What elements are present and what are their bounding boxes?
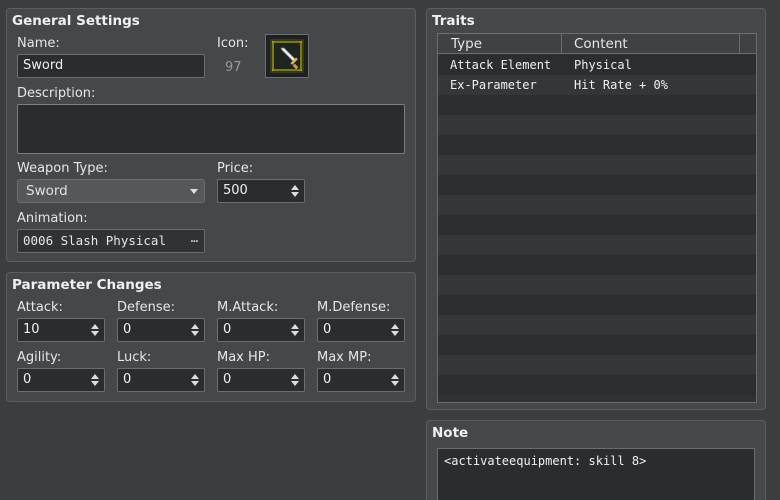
table-row[interactable]: Ex-Parameter Hit Rate + 0%	[438, 75, 756, 95]
table-row[interactable]	[438, 175, 756, 195]
price-value: 500	[223, 183, 248, 198]
column-header-content[interactable]: Content	[562, 34, 740, 54]
traits-list[interactable]: Type Content Attack Element Physical Ex-…	[437, 33, 757, 403]
name-label: Name:	[17, 36, 60, 51]
table-row[interactable]	[438, 295, 756, 315]
spin-arrows-icon[interactable]	[186, 369, 204, 391]
note-textarea[interactable]: <activateequipment: skill 8>	[437, 448, 755, 500]
defense-label: Defense:	[117, 300, 175, 315]
spin-arrows-icon[interactable]	[286, 319, 304, 341]
spin-arrows-icon[interactable]	[86, 369, 104, 391]
parameter-changes-title: Parameter Changes	[12, 277, 162, 293]
ellipsis-icon: ⋯	[190, 234, 198, 248]
traits-list-header: Type Content	[438, 34, 756, 54]
agility-spinbox[interactable]: 0	[17, 368, 105, 392]
sword-icon	[272, 41, 302, 71]
m-defense-spinbox[interactable]: 0	[317, 318, 405, 342]
general-settings-title: General Settings	[12, 13, 140, 29]
weapon-type-value: Sword	[26, 183, 68, 199]
description-label: Description:	[17, 86, 96, 101]
defense-spinbox[interactable]: 0	[117, 318, 205, 342]
trait-type-cell: Attack Element	[450, 58, 552, 72]
spin-arrows-icon[interactable]	[386, 319, 404, 341]
max-mp-label: Max MP:	[317, 350, 372, 365]
table-row[interactable]	[438, 235, 756, 255]
m-attack-label: M.Attack:	[217, 300, 279, 315]
traits-panel: Traits Type Content Attack Element Physi…	[426, 8, 766, 410]
table-row[interactable]	[438, 375, 756, 395]
animation-selector[interactable]: 0006 Slash Physical ⋯	[17, 229, 205, 253]
general-settings-panel: General Settings Name: Sword Icon: 97 De…	[6, 8, 416, 262]
weapon-type-select[interactable]: Sword	[17, 179, 205, 203]
icon-label: Icon:	[217, 36, 249, 51]
trait-content-cell: Physical	[574, 58, 632, 72]
attack-spinbox[interactable]: 10	[17, 318, 105, 342]
spin-arrows-icon[interactable]	[386, 369, 404, 391]
chevron-down-icon	[190, 189, 198, 194]
max-hp-value: 0	[223, 372, 232, 387]
table-row[interactable]	[438, 195, 756, 215]
table-row[interactable]	[438, 335, 756, 355]
note-title: Note	[432, 425, 469, 441]
price-spinbox[interactable]: 500	[217, 179, 305, 203]
description-input[interactable]	[17, 104, 405, 154]
animation-value: 0006 Slash Physical	[23, 233, 166, 248]
sword-icon-glyph	[280, 47, 299, 70]
max-mp-value: 0	[323, 372, 332, 387]
table-row[interactable]	[438, 315, 756, 335]
parameter-changes-panel: Parameter Changes Attack: 10 Defense: 0 …	[6, 272, 416, 402]
table-row[interactable]	[438, 95, 756, 115]
icon-frame	[270, 39, 304, 73]
trait-content-cell: Hit Rate + 0%	[574, 78, 668, 92]
max-mp-spinbox[interactable]: 0	[317, 368, 405, 392]
spin-arrows-icon[interactable]	[286, 180, 304, 202]
animation-label: Animation:	[17, 211, 88, 226]
attack-label: Attack:	[17, 300, 63, 315]
luck-label: Luck:	[117, 350, 152, 365]
attack-value: 10	[23, 322, 40, 337]
icon-index: 97	[225, 60, 242, 75]
m-defense-label: M.Defense:	[317, 300, 391, 315]
spin-arrows-icon[interactable]	[186, 319, 204, 341]
defense-value: 0	[123, 322, 132, 337]
trait-type-cell: Ex-Parameter	[450, 78, 537, 92]
m-attack-spinbox[interactable]: 0	[217, 318, 305, 342]
luck-spinbox[interactable]: 0	[117, 368, 205, 392]
icon-picker[interactable]	[265, 34, 309, 78]
traits-title: Traits	[432, 13, 475, 29]
note-panel: Note <activateequipment: skill 8>	[426, 420, 766, 500]
table-row[interactable]	[438, 355, 756, 375]
table-row[interactable]: Attack Element Physical	[438, 55, 756, 75]
max-hp-spinbox[interactable]: 0	[217, 368, 305, 392]
table-row[interactable]	[438, 115, 756, 135]
spin-arrows-icon[interactable]	[86, 319, 104, 341]
table-row[interactable]	[438, 155, 756, 175]
m-attack-value: 0	[223, 322, 232, 337]
spin-arrows-icon[interactable]	[286, 369, 304, 391]
max-hp-label: Max HP:	[217, 350, 271, 365]
weapon-type-label: Weapon Type:	[17, 161, 108, 176]
agility-label: Agility:	[17, 350, 62, 365]
agility-value: 0	[23, 372, 32, 387]
price-label: Price:	[217, 161, 254, 176]
table-row[interactable]	[438, 215, 756, 235]
table-row[interactable]	[438, 255, 756, 275]
table-row[interactable]	[438, 275, 756, 295]
table-row[interactable]	[438, 135, 756, 155]
name-input[interactable]: Sword	[17, 54, 205, 78]
luck-value: 0	[123, 372, 132, 387]
column-header-type[interactable]: Type	[438, 34, 562, 54]
m-defense-value: 0	[323, 322, 332, 337]
